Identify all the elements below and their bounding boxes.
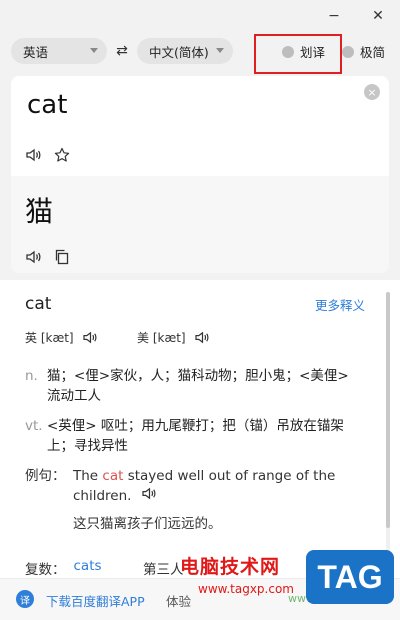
headword: cat bbox=[25, 294, 52, 314]
toggle-jijian[interactable]: 极简 bbox=[342, 42, 385, 61]
sense-noun: n. 猫；<俚>家伙，人；猫科动物；胆小鬼；<美俚> 流动工人 bbox=[25, 366, 355, 406]
uk-speaker-button[interactable] bbox=[82, 328, 100, 346]
speaker-icon bbox=[26, 250, 41, 264]
source-text[interactable]: cat bbox=[27, 90, 67, 120]
translation-speaker-button[interactable] bbox=[25, 248, 43, 266]
sense-verb: vt. <英俚> 呕吐；用九尾鞭打；把（锚）吊放在锚架上；寻找异性 bbox=[25, 416, 355, 456]
app-logo-icon: 译 bbox=[16, 590, 34, 608]
translation-text: 猫 bbox=[25, 195, 54, 228]
example-label: 例句： bbox=[25, 468, 66, 484]
close-button[interactable]: ✕ bbox=[366, 4, 390, 28]
toggle-jijian-label: 极简 bbox=[360, 45, 386, 60]
source-language-select[interactable]: 英语 bbox=[11, 38, 107, 64]
scrollbar-thumb[interactable] bbox=[386, 292, 390, 528]
definition: <英俚> 呕吐；用九尾鞭打；把（锚）吊放在锚架上；寻找异性 bbox=[47, 418, 344, 454]
plural-form: 复数： cats bbox=[25, 558, 102, 578]
target-language-label: 中文(简体) bbox=[149, 44, 209, 60]
swap-languages-button[interactable]: ⇄ bbox=[113, 42, 131, 60]
example-chinese: 这只猫离孩子们远远的。 bbox=[73, 516, 222, 532]
copy-button[interactable] bbox=[53, 248, 71, 266]
translation-card: 猫 bbox=[11, 176, 389, 273]
download-app-link[interactable]: 下载百度翻译APP bbox=[46, 591, 145, 610]
target-language-select[interactable]: 中文(简体) bbox=[137, 38, 233, 64]
example-highlight: cat bbox=[102, 468, 124, 484]
phonetic-uk-text: 英 [kæt] bbox=[25, 330, 74, 345]
source-language-label: 英语 bbox=[23, 44, 49, 60]
example-text-before: The bbox=[73, 468, 103, 484]
speaker-icon bbox=[83, 331, 97, 343]
speaker-icon bbox=[195, 331, 209, 343]
chevron-down-icon bbox=[216, 48, 224, 53]
part-of-speech: n. bbox=[25, 368, 38, 384]
annotation-highlight-box bbox=[254, 34, 342, 74]
source-text-card[interactable]: cat × bbox=[11, 76, 389, 176]
plural-label: 复数： bbox=[25, 562, 66, 578]
watermark-url: www.tagxp.com bbox=[198, 582, 294, 596]
source-speaker-button[interactable] bbox=[25, 146, 43, 164]
plural-value[interactable]: cats bbox=[74, 558, 102, 578]
phonetic-us-text: 美 [kæt] bbox=[137, 330, 186, 345]
title-bar: − ✕ bbox=[0, 0, 400, 32]
chevron-down-icon bbox=[90, 48, 98, 53]
phonetic-us: 美 [kæt] bbox=[137, 328, 212, 346]
star-icon bbox=[54, 147, 70, 162]
definition: 猫；<俚>家伙，人；猫科动物；胆小鬼；<美俚> 流动工人 bbox=[47, 368, 349, 404]
more-definitions-link[interactable]: 更多释义 bbox=[315, 295, 365, 314]
example-speaker-button[interactable] bbox=[142, 486, 157, 506]
clear-icon: × bbox=[367, 85, 377, 99]
copy-icon bbox=[55, 249, 69, 265]
swap-icon: ⇄ bbox=[116, 43, 128, 59]
example-english: The cat stayed well out of range of the … bbox=[73, 466, 363, 506]
favorite-button[interactable] bbox=[53, 146, 71, 164]
speaker-icon bbox=[26, 148, 41, 162]
clear-button[interactable]: × bbox=[364, 84, 380, 100]
speaker-icon bbox=[142, 487, 156, 500]
minimize-button[interactable]: − bbox=[322, 4, 346, 28]
part-of-speech: vt. bbox=[25, 418, 43, 434]
minimize-icon: − bbox=[328, 8, 340, 24]
us-speaker-button[interactable] bbox=[194, 328, 212, 346]
watermark: 电脑技术网 www.tagxp.com www.xz7.com TAG bbox=[176, 548, 400, 620]
watermark-title: 电脑技术网 bbox=[180, 556, 281, 578]
close-icon: ✕ bbox=[372, 8, 384, 24]
phonetic-uk: 英 [kæt] bbox=[25, 328, 100, 346]
watermark-badge: TAG bbox=[306, 550, 394, 604]
toggle-switch-icon bbox=[342, 45, 354, 58]
